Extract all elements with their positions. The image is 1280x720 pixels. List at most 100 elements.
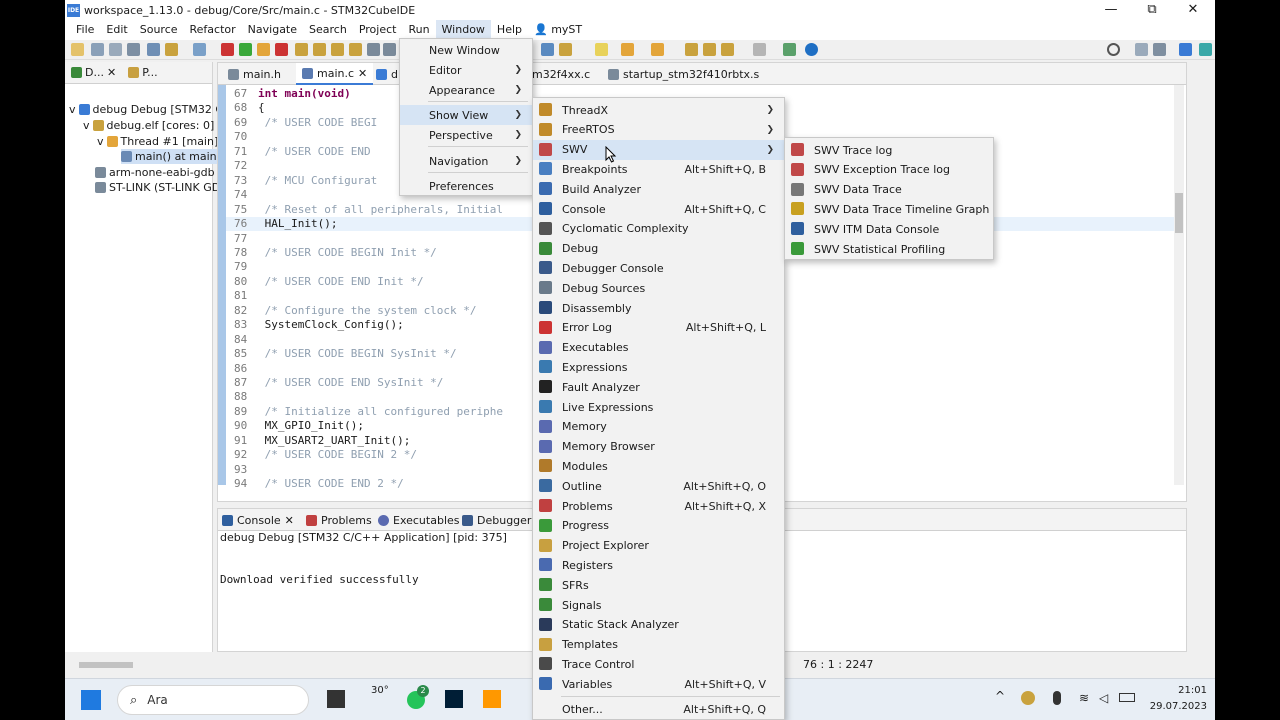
tree-debug-elf[interactable]: v debug.elf [cores: 0] (83, 118, 214, 133)
show-view-item[interactable]: Registers (533, 555, 784, 575)
cpp-perspective-icon[interactable] (1153, 43, 1166, 56)
menu-help[interactable]: Help (491, 20, 528, 40)
show-view-item[interactable]: Memory (533, 417, 784, 437)
window-menu-editor[interactable]: Editor ❯ (400, 60, 532, 80)
sublime-icon[interactable] (483, 690, 501, 708)
close-button[interactable]: ✕ (1173, 0, 1213, 20)
show-view-item[interactable]: Fault Analyzer (533, 377, 784, 397)
search-tool-icon[interactable] (559, 43, 572, 56)
external-tools-icon[interactable] (783, 43, 796, 56)
show-view-item[interactable]: Cyclomatic Complexity (533, 219, 784, 239)
show-view-item[interactable]: Debug (533, 239, 784, 259)
wifi-icon[interactable]: ≋ (1079, 691, 1089, 705)
mark-occurrences-icon[interactable] (595, 43, 608, 56)
show-view-item[interactable]: Modules (533, 456, 784, 476)
swv-menu-item[interactable]: SWV Exception Trace log (785, 160, 993, 180)
editor-scrollbar[interactable] (1174, 85, 1184, 485)
mx-perspective-icon[interactable] (1179, 43, 1192, 56)
close-icon[interactable]: ✕ (358, 67, 367, 80)
show-view-item[interactable]: FreeRTOS ❯ (533, 120, 784, 140)
task-view-icon[interactable] (327, 690, 345, 708)
show-view-item[interactable]: SWV ❯ (533, 139, 784, 160)
show-view-item[interactable]: Debugger Console (533, 258, 784, 278)
minimize-button[interactable]: — (1091, 0, 1131, 20)
close-icon[interactable]: ✕ (285, 514, 294, 527)
restart-icon[interactable] (295, 43, 308, 56)
show-view-item[interactable]: Project Explorer (533, 536, 784, 556)
tray-app-icon[interactable] (1021, 691, 1035, 705)
show-view-item[interactable]: Templates (533, 635, 784, 655)
prev-annotation-icon[interactable] (651, 43, 664, 56)
show-view-item[interactable]: Problems Alt+Shift+Q, X (533, 496, 784, 516)
menu-myst[interactable]: 👤 myST (528, 20, 588, 40)
suspend-icon[interactable] (257, 43, 270, 56)
menu-project[interactable]: Project (353, 20, 403, 40)
build-icon[interactable] (165, 43, 178, 56)
open-perspective-icon[interactable] (1135, 43, 1148, 56)
save-icon[interactable] (91, 43, 104, 56)
toolbar-more-icon[interactable] (383, 43, 396, 56)
tab-executables[interactable]: Executables (378, 509, 460, 531)
terminate-icon[interactable] (275, 43, 288, 56)
menu-window[interactable]: Window (435, 20, 491, 40)
menu-source[interactable]: Source (134, 20, 184, 40)
tab-startup[interactable]: startup_stm32f410rbtx.s (602, 63, 765, 85)
speaker-icon[interactable]: ◁ (1099, 691, 1108, 705)
tab-problems[interactable]: Problems (306, 509, 372, 531)
step-into-icon[interactable] (313, 43, 326, 56)
tree-stlink[interactable]: ST-LINK (ST-LINK GD (95, 180, 220, 195)
window-menu-perspective[interactable]: Perspective ❯ (400, 125, 532, 145)
tree-gdb[interactable]: arm-none-eabi-gdb ( (95, 165, 222, 180)
show-view-item[interactable]: Memory Browser (533, 437, 784, 457)
window-menu-preferences[interactable]: Preferences (400, 176, 532, 196)
step-return-icon[interactable] (349, 43, 362, 56)
taskbar-search-box[interactable]: ⌕ Ara (117, 685, 309, 715)
tray-chevron-up-icon[interactable]: ^ (995, 689, 1005, 703)
tree-thread[interactable]: v Thread #1 [main] (97, 134, 218, 149)
back-icon[interactable] (703, 43, 716, 56)
clock-time[interactable]: 21:01 (1157, 685, 1207, 696)
window-menu-navigation[interactable]: Navigation ❯ (400, 151, 532, 171)
show-view-item[interactable]: Disassembly (533, 298, 784, 318)
editor-scroll-thumb[interactable] (1175, 193, 1183, 233)
forward-icon[interactable] (721, 43, 734, 56)
swv-menu-item[interactable]: SWV Trace log (785, 140, 993, 160)
window-menu-new-window[interactable]: New Window (400, 40, 532, 60)
window-menu-show-view[interactable]: Show View ❯ (400, 105, 532, 125)
debug-tool-icon[interactable] (193, 43, 206, 56)
menu-refactor[interactable]: Refactor (184, 20, 242, 40)
battery-icon[interactable] (1119, 693, 1135, 702)
step-over-icon[interactable] (331, 43, 344, 56)
swv-menu-item[interactable]: SWV Data Trace (785, 180, 993, 200)
restore-button[interactable]: ⧉ (1132, 0, 1172, 20)
disconnect-icon[interactable] (221, 43, 234, 56)
binary-icon[interactable] (147, 43, 160, 56)
show-view-item[interactable]: Build Analyzer (533, 179, 784, 199)
show-view-item[interactable]: Executables (533, 338, 784, 358)
menu-navigate[interactable]: Navigate (242, 20, 303, 40)
save-all-icon[interactable] (109, 43, 122, 56)
tab-debugger-console[interactable]: Debugger C (462, 509, 543, 531)
show-view-item[interactable]: Signals (533, 595, 784, 615)
last-edit-icon[interactable] (685, 43, 698, 56)
close-icon[interactable]: ✕ (107, 66, 116, 79)
search-icon[interactable] (1107, 43, 1120, 56)
debug-perspective-icon[interactable] (1199, 43, 1212, 56)
swv-menu-item[interactable]: SWV ITM Data Console (785, 219, 993, 239)
tab-main-c[interactable]: main.c ✕ (296, 63, 374, 85)
tree-stack-frame[interactable]: main() at main. (121, 149, 225, 164)
menu-edit[interactable]: Edit (100, 20, 133, 40)
forward-disabled-icon[interactable] (753, 43, 766, 56)
show-view-item[interactable]: Outline Alt+Shift+Q, O (533, 476, 784, 496)
print-icon[interactable] (127, 43, 140, 56)
info-icon[interactable] (805, 43, 818, 56)
menu-file[interactable]: File (70, 20, 100, 40)
resume-icon[interactable] (239, 43, 252, 56)
show-view-item[interactable]: Variables Alt+Shift+Q, V (533, 674, 784, 694)
tree-debug-session[interactable]: v debug Debug [STM32 C (69, 102, 223, 117)
show-view-item[interactable]: Debug Sources (533, 278, 784, 298)
weather-temp[interactable]: 30° (371, 685, 389, 696)
clock-date[interactable]: 29.07.2023 (1141, 701, 1207, 712)
next-annotation-icon[interactable] (621, 43, 634, 56)
new-icon[interactable] (71, 43, 84, 56)
